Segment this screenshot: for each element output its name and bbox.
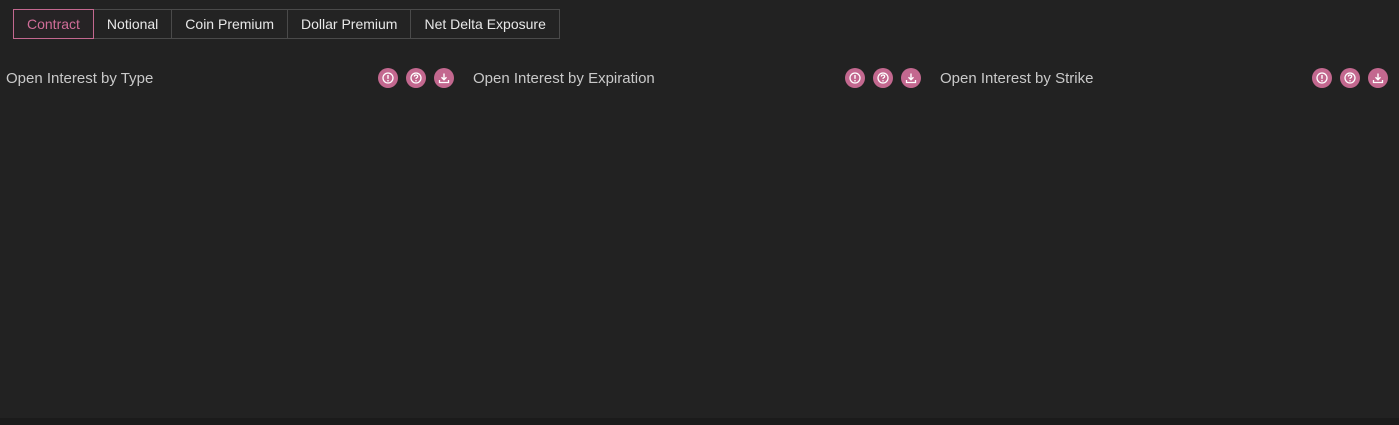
tab-dollar-premium[interactable]: Dollar Premium [288, 9, 412, 39]
tab-notional[interactable]: Notional [93, 9, 173, 39]
tab-coin-premium[interactable]: Coin Premium [172, 9, 288, 39]
tab-contract[interactable]: Contract [13, 9, 94, 39]
open-interest-by-type-panel: Open Interest by Type Calls/Puts05K10K15… [0, 60, 460, 420]
open-interest-by-strike-chart [934, 60, 1399, 420]
open-interest-by-strike-panel: Open Interest by Strike CallsPuts05001K1… [934, 60, 1394, 420]
bottom-bar [0, 418, 1399, 425]
open-interest-by-expiration-chart [467, 60, 927, 420]
tab-bar: Contract Notional Coin Premium Dollar Premi… [13, 9, 560, 39]
open-interest-by-type-chart [0, 60, 460, 420]
tab-net-delta-exposure[interactable]: Net Delta Exposure [411, 9, 560, 39]
open-interest-by-expiration-panel: Open Interest by Expiration Open Interes… [467, 60, 927, 420]
